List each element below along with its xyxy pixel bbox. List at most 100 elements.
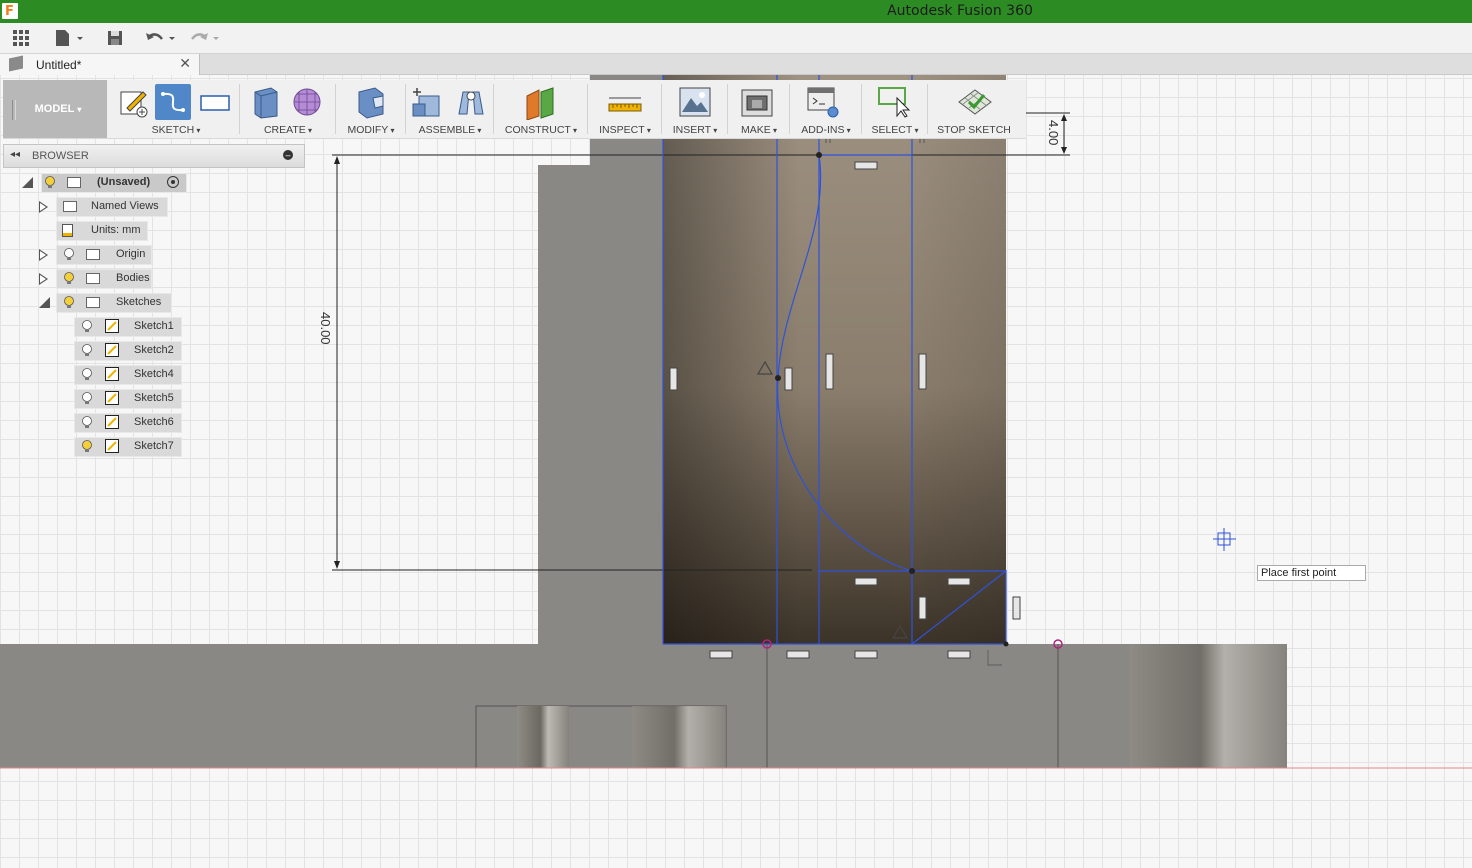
browser-panel-header: ◂◂ BROWSER – [3, 144, 305, 168]
visibility-bulb-icon[interactable] [82, 440, 92, 452]
3d-print-icon[interactable] [739, 84, 775, 120]
visibility-bulb-icon[interactable] [82, 320, 92, 332]
tree-root-label: (Unsaved) [97, 176, 151, 188]
folder-icon [63, 201, 77, 212]
tree-item-origin[interactable]: Origin [38, 245, 154, 265]
title-bar: F Autodesk Fusion 360 [0, 0, 1472, 23]
tree-item-sketch2[interactable]: Sketch2 [74, 341, 184, 361]
create-sketch-icon[interactable] [115, 84, 151, 120]
toolbar-group-add-ins[interactable]: ADD-INS [791, 80, 862, 138]
tree-item-units[interactable]: Units: mm [56, 221, 150, 241]
toolbar-group-sketch[interactable]: SKETCH [113, 80, 240, 138]
tree-item-sketch7[interactable]: Sketch7 [74, 437, 184, 457]
visibility-bulb-icon[interactable] [64, 248, 74, 260]
save-icon[interactable] [104, 28, 126, 48]
toolbar-label-assemble: ASSEMBLE [407, 124, 493, 136]
expand-icon[interactable] [39, 249, 48, 261]
toolbar-group-modify[interactable]: MODIFY [337, 80, 406, 138]
tree-item-sketch1[interactable]: Sketch1 [74, 317, 184, 337]
cursor-tooltip: Place first point [1257, 565, 1366, 581]
tree-item-named-views[interactable]: Named Views [38, 197, 170, 217]
sketch-icon [105, 391, 119, 405]
tree-item-bodies[interactable]: Bodies [38, 269, 154, 289]
joint-icon[interactable] [453, 84, 489, 120]
window-title: Autodesk Fusion 360 [887, 3, 1033, 19]
tree-item-sketch5[interactable]: Sketch5 [74, 389, 184, 409]
close-icon[interactable]: ✕ [179, 55, 191, 72]
viewport-canvas[interactable]: 40.00 4.00 [0, 75, 1472, 868]
toolbar-label-select: SELECT [863, 124, 927, 136]
visibility-bulb-icon[interactable] [82, 392, 92, 404]
folder-icon [86, 297, 100, 308]
tree-item-label: Sketch4 [134, 368, 174, 380]
dimension-vertical-text: 40.00 [318, 312, 333, 345]
toolbar-group-assemble[interactable]: ASSEMBLE [407, 80, 494, 138]
file-icon[interactable] [54, 28, 84, 48]
collapse-panel-icon[interactable]: ◂◂ [10, 149, 20, 160]
tree-item-label: Named Views [91, 200, 159, 212]
expand-icon[interactable] [39, 201, 48, 213]
toolbar-label-insert: INSERT [663, 124, 727, 136]
toolbar-group-construct[interactable]: CONSTRUCT [495, 80, 588, 138]
browser-title: BROWSER [32, 150, 89, 162]
tree-root[interactable]: (Unsaved) [20, 173, 190, 193]
tree-item-label: Sketch1 [134, 320, 174, 332]
workspace-switcher-button[interactable]: MODEL ▾ [3, 80, 107, 138]
visibility-bulb-icon[interactable] [64, 272, 74, 284]
folder-icon [86, 249, 100, 260]
visibility-bulb-icon[interactable] [64, 296, 74, 308]
minimize-icon[interactable]: – [283, 150, 293, 160]
tree-item-sketches[interactable]: Sketches [38, 293, 174, 313]
visibility-bulb-icon[interactable] [82, 368, 92, 380]
activate-radio-icon[interactable] [167, 176, 179, 188]
collapse-icon[interactable] [39, 297, 50, 308]
visibility-bulb-icon[interactable] [82, 416, 92, 428]
document-tab[interactable]: Untitled* ✕ [0, 54, 200, 75]
select-icon[interactable] [877, 84, 913, 120]
tree-item-label: Sketch6 [134, 416, 174, 428]
expand-icon[interactable] [39, 273, 48, 285]
toolbar-group-create[interactable]: CREATE [241, 80, 336, 138]
modify-icon[interactable] [353, 84, 389, 120]
toolbar-group-stop-sketch[interactable]: STOP SKETCH [929, 80, 1019, 138]
toolbar-label-stop-sketch: STOP SKETCH [937, 124, 1011, 136]
redo-icon[interactable] [188, 28, 222, 48]
tree-item-label: Sketches [116, 296, 162, 308]
toolbar-label-inspect: INSPECT [589, 124, 661, 136]
stop-sketch-icon[interactable] [957, 84, 993, 120]
spline-icon[interactable] [155, 84, 191, 120]
toolbar-group-insert[interactable]: INSERT [663, 80, 728, 138]
quick-access-toolbar [0, 23, 1472, 54]
tree-item-label: Sketch2 [134, 344, 174, 356]
visibility-bulb-icon[interactable] [45, 176, 55, 188]
new-component-icon[interactable] [409, 84, 445, 120]
sketch-icon [105, 319, 119, 333]
cursor-crosshair-icon [1213, 528, 1236, 551]
insert-image-icon[interactable] [677, 84, 713, 120]
tree-item-label: Origin [116, 248, 146, 260]
toolbar-group-select[interactable]: SELECT [863, 80, 928, 138]
measure-icon[interactable] [607, 84, 643, 120]
toolbar-group-inspect[interactable]: INSPECT [589, 80, 662, 138]
sketch-icon [105, 367, 119, 381]
construct-plane-icon[interactable] [523, 84, 559, 121]
folder-icon [86, 273, 100, 284]
scripts-addins-icon[interactable] [805, 84, 841, 120]
visibility-bulb-icon[interactable] [82, 344, 92, 356]
toolbar-group-make[interactable]: MAKE [729, 80, 790, 138]
units-document-icon [62, 224, 73, 237]
extrude-icon[interactable] [247, 84, 283, 120]
toolbar-label-modify: MODIFY [337, 124, 405, 136]
tree-item-sketch6[interactable]: Sketch6 [74, 413, 184, 433]
document-name: Untitled* [36, 58, 82, 72]
undo-icon[interactable] [144, 28, 178, 48]
toolbar-label-make: MAKE [729, 124, 789, 136]
tree-item-label: Bodies [116, 272, 150, 284]
tree-item-sketch4[interactable]: Sketch4 [74, 365, 184, 385]
form-icon[interactable] [289, 84, 325, 120]
expand-icon[interactable] [22, 177, 33, 188]
sketch-icon [105, 439, 119, 453]
document-tab-bar: Untitled* ✕ [0, 54, 1472, 75]
grid-icon[interactable] [10, 28, 32, 48]
rectangle-icon[interactable] [197, 84, 233, 120]
